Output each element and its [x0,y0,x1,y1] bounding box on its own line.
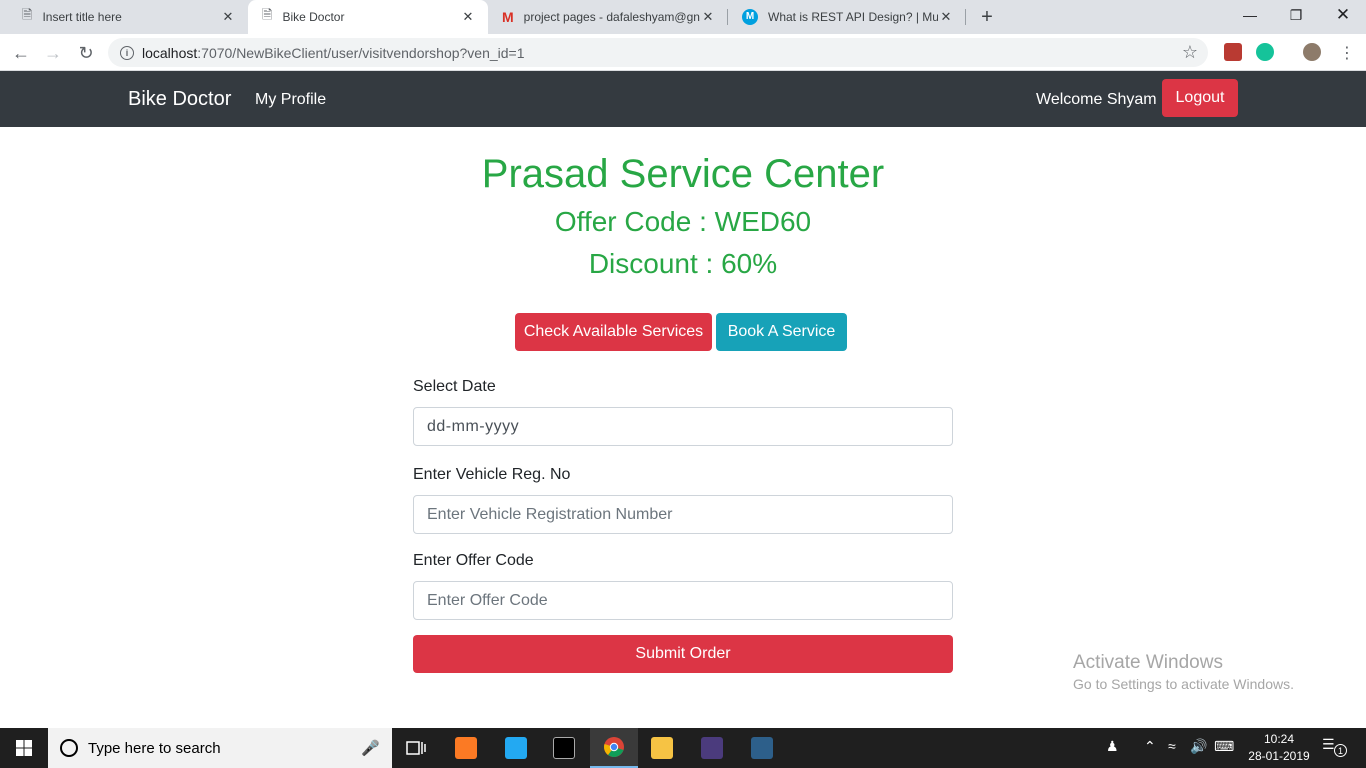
browser-tab-mulesoft[interactable]: M What is REST API Design? | Mule ✕ [728,0,966,34]
url-host: localhost [142,44,198,61]
info-icon[interactable]: i [120,45,134,60]
select-date-label: Select Date [413,378,496,395]
microphone-icon[interactable]: 🎤 [361,739,380,757]
people-icon[interactable]: ♟ [1106,738,1119,755]
tab-title: Bike Doctor [282,10,345,24]
date-input-value: dd-mm-yyyy [427,417,520,435]
windows-logo-icon [16,740,32,756]
browser-tab-strip: 🗎 Insert title here ✕ 🗎 Bike Doctor ✕ M … [0,0,1366,34]
wifi-icon[interactable]: ≈ [1168,738,1176,754]
vscode-app-icon[interactable] [492,728,540,768]
url-path: :7070/NewBikeClient/user/visitvendorshop… [197,44,525,61]
xampp-glyph-icon [455,737,477,759]
pdf-extension-icon[interactable] [1224,43,1242,61]
close-icon[interactable]: ✕ [700,9,716,25]
tab-title: What is REST API Design? | Mule [768,10,938,24]
task-view-glyph-icon [406,741,426,755]
terminal-glyph-icon [553,737,575,759]
profile-avatar-icon[interactable] [1303,43,1321,61]
xampp-app-icon[interactable] [442,728,490,768]
new-tab-plus-icon[interactable]: + [976,6,998,28]
kebab-menu-icon[interactable]: ⋮ [1334,40,1360,66]
workbench-glyph-icon [751,737,773,759]
task-view-icon[interactable] [392,728,440,768]
close-icon[interactable]: ✕ [220,9,236,25]
taskbar-search-placeholder: Type here to search [88,739,221,757]
mysql-workbench-app-icon[interactable] [738,728,786,768]
activate-windows-subtext: Go to Settings to activate Windows. [1073,676,1294,692]
close-icon[interactable]: ✕ [460,9,476,25]
gmail-icon: M [502,9,514,25]
vehicle-reg-label: Enter Vehicle Reg. No [413,466,571,483]
minimize-icon[interactable]: — [1227,0,1273,30]
book-a-service-button[interactable]: Book A Service [716,313,847,351]
activate-windows-watermark: Activate Windows [1073,652,1223,673]
notification-glyph-icon: ☰ [1322,736,1335,752]
chrome-app-icon[interactable] [590,728,638,768]
page-icon: 🗎 [22,7,33,22]
offer-code-heading: Offer Code : WED60 [554,206,812,237]
volume-icon[interactable]: 🔊 [1190,738,1207,755]
taskbar-clock[interactable]: 10:24 28-01-2019 [1244,731,1314,765]
javaee-ide-app-icon[interactable] [688,728,736,768]
cortana-icon [60,739,78,757]
page-icon: 🗎 [262,7,273,22]
grammarly-extension-icon[interactable] [1256,43,1274,61]
vscode-glyph-icon [505,737,527,759]
restore-icon[interactable]: ❐ [1273,0,1319,30]
eclipse-glyph-icon [701,737,723,759]
windows-start-button[interactable] [0,728,48,768]
windows-taskbar: Type here to search 🎤 ♟ ⌃ ≈ 🔊 ⌨ 10:24 28… [0,728,1366,768]
browser-tab-gmail[interactable]: M project pages - dafaleshyam@gn ✕ [488,0,728,34]
submit-order-button[interactable]: Submit Order [413,635,953,673]
browser-tab-insert-title[interactable]: 🗎 Insert title here ✕ [8,0,248,34]
vehicle-reg-input[interactable] [413,495,953,534]
date-input[interactable]: dd-mm-yyyy [413,407,953,446]
brand-link[interactable]: Bike Doctor [128,88,231,111]
forward-arrow-icon[interactable]: → [40,40,66,66]
offer-code-input[interactable] [413,581,953,620]
tab-title: project pages - dafaleshyam@gn [523,10,700,24]
tab-title: Insert title here [42,10,122,24]
clock-date: 28-01-2019 [1248,749,1310,763]
shop-name-heading: Prasad Service Center [481,152,885,196]
chevron-up-icon[interactable]: ⌃ [1144,738,1156,755]
browser-tab-bike-doctor[interactable]: 🗎 Bike Doctor ✕ [248,0,488,34]
command-prompt-app-icon[interactable] [540,728,588,768]
chrome-glyph-icon [604,737,624,757]
folder-glyph-icon [651,737,673,759]
logout-button[interactable]: Logout [1162,79,1238,117]
my-profile-link[interactable]: My Profile [255,91,326,109]
app-navbar: Bike Doctor My Profile Welcome Shyam Log… [0,71,1366,127]
keyboard-icon[interactable]: ⌨ [1214,738,1234,755]
check-available-services-button[interactable]: Check Available Services [515,313,712,351]
window-close-icon[interactable]: ✕ [1320,0,1366,30]
notification-center-icon[interactable]: ☰ 1 [1322,736,1347,758]
browser-toolbar: ← → ↻ i localhost:7070/NewBikeClient/use… [0,34,1366,71]
tab-separator [965,9,966,25]
taskbar-search-box[interactable]: Type here to search 🎤 [48,728,392,768]
reload-icon[interactable]: ↻ [73,40,99,66]
clock-time: 10:24 [1263,732,1295,746]
back-arrow-icon[interactable]: ← [8,40,34,66]
discount-heading: Discount : 60% [588,248,778,279]
offer-code-label: Enter Offer Code [413,552,534,569]
address-bar[interactable]: i localhost:7070/NewBikeClient/user/visi… [108,38,1208,67]
bookmark-star-icon[interactable]: ☆ [1182,42,1198,63]
welcome-text: Welcome Shyam [1036,91,1157,108]
file-explorer-app-icon[interactable] [638,728,686,768]
close-icon[interactable]: ✕ [938,9,954,25]
notification-count: 1 [1334,744,1347,757]
mulesoft-icon: M [742,9,758,25]
